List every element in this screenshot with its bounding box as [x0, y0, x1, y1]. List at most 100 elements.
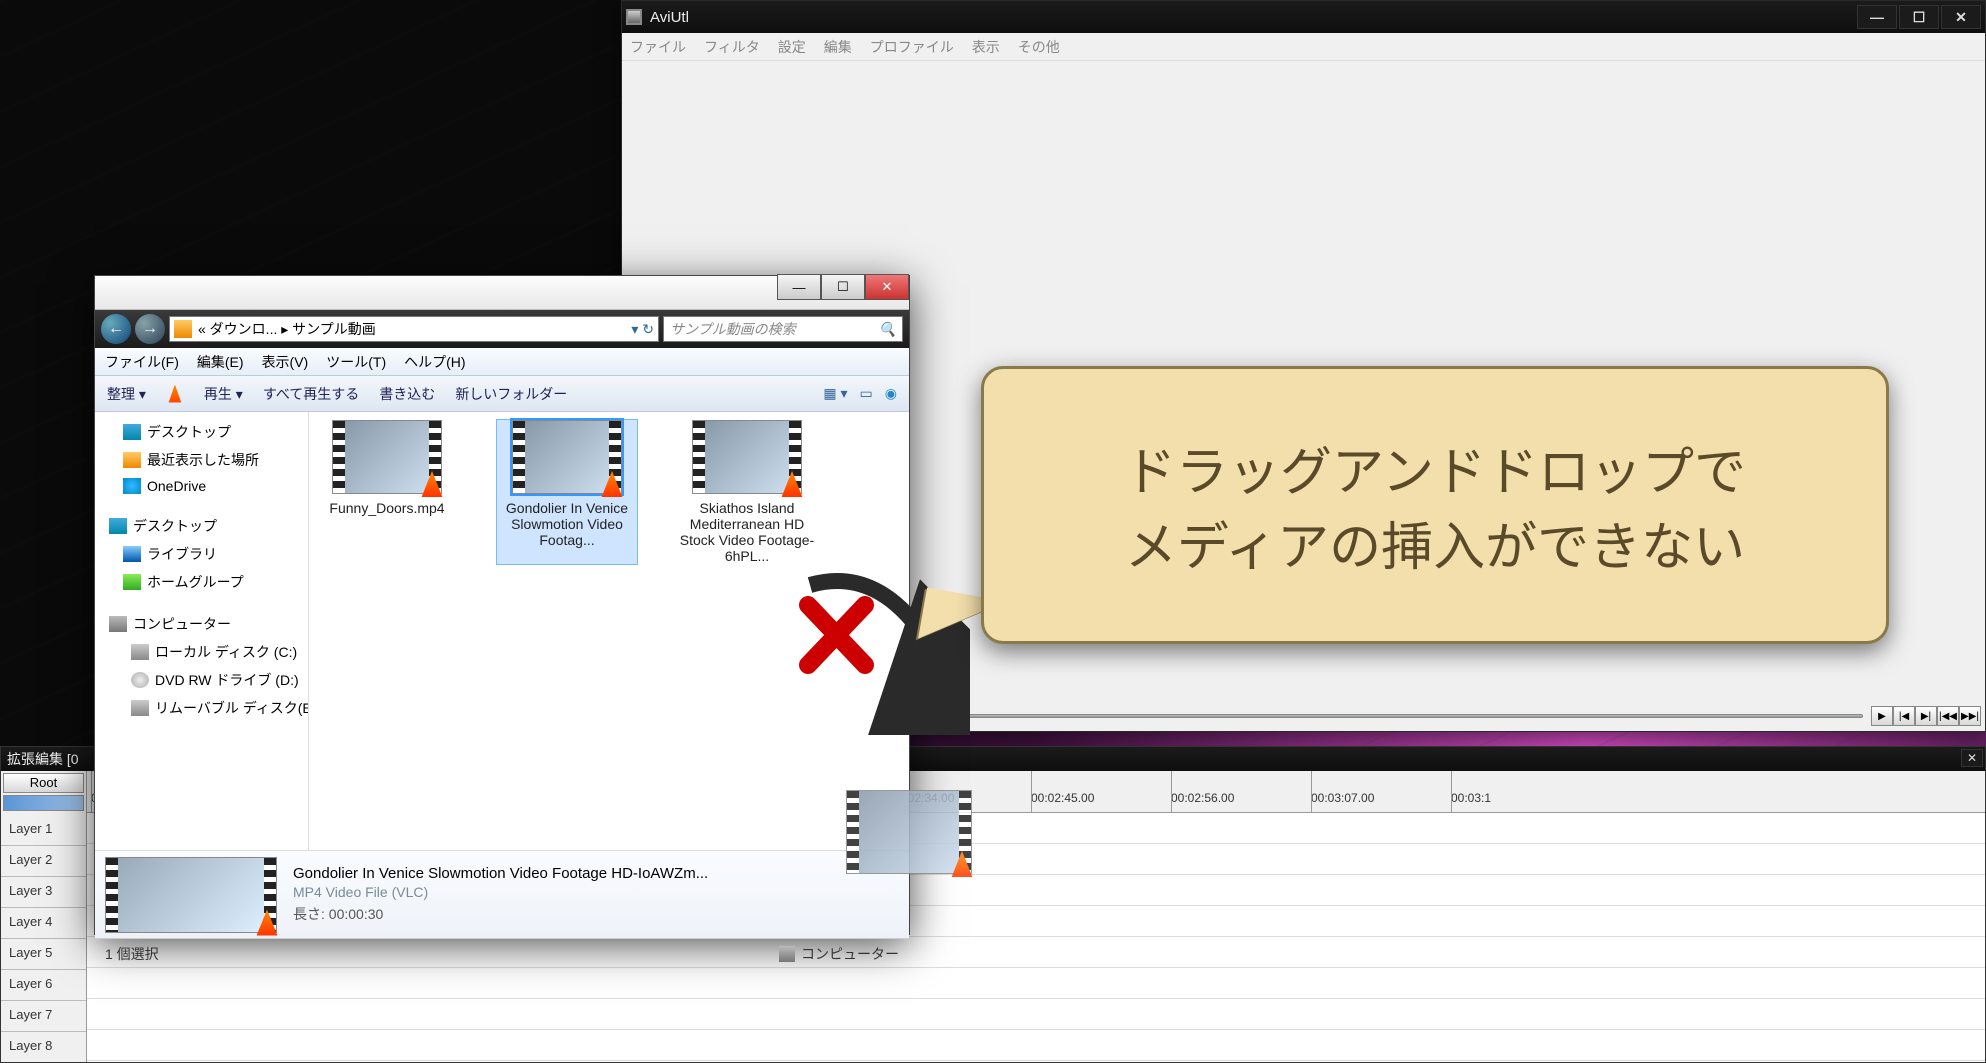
timeline-track[interactable] — [87, 968, 1985, 999]
timeline-track[interactable] — [87, 999, 1985, 1030]
play-all-button[interactable]: すべて再生する — [263, 384, 359, 404]
tree-icon — [123, 546, 141, 562]
layer-label[interactable]: Layer 1 — [1, 815, 86, 846]
explorer-minimize-button[interactable]: — — [777, 274, 821, 300]
tree-label: ライブラリ — [147, 544, 217, 564]
annotation-callout: ドラッグアンドドロップで メディアの挿入ができない — [981, 366, 1889, 644]
prev-frame-button[interactable]: |◀ — [1893, 706, 1915, 726]
ruler-tick: 00:03:07.00 — [1311, 791, 1374, 805]
preview-pane-icon[interactable]: ▭ — [860, 385, 873, 402]
explorer-window: — ☐ ✕ ← → « ダウンロ... ▸ サンプル動画 ▾ ↻ サンプル動画の… — [94, 275, 910, 935]
layer-label[interactable]: Layer 6 — [1, 970, 86, 1001]
back-button[interactable]: ← — [101, 314, 131, 344]
tree-node[interactable]: ホームグループ — [95, 568, 308, 596]
menu-tools[interactable]: ツール(T) — [326, 352, 386, 372]
layer-label[interactable]: Layer 3 — [1, 877, 86, 908]
burn-button[interactable]: 書き込む — [379, 384, 435, 404]
tree-node[interactable]: リムーバブル ディスク(E:) — [95, 694, 308, 722]
drag-ghost-thumbnail — [846, 790, 972, 874]
layer-label[interactable]: Layer 2 — [1, 846, 86, 877]
tree-node[interactable]: デスクトップ — [95, 512, 308, 540]
tree-node[interactable]: デスクトップ — [95, 418, 308, 446]
timeline-track[interactable] — [87, 1030, 1985, 1061]
tree-label: リムーバブル ディスク(E:) — [155, 698, 309, 718]
play-button[interactable]: ▶ — [1871, 706, 1893, 726]
tree-icon — [123, 574, 141, 590]
details-filetype: MP4 Video File (VLC) — [293, 884, 899, 900]
tree-icon — [131, 700, 149, 716]
status-location: コンピューター — [801, 944, 899, 964]
breadcrumb-dropdown-icon[interactable]: ▾ ↻ — [631, 321, 654, 338]
explorer-navbar: ← → « ダウンロ... ▸ サンプル動画 ▾ ↻ サンプル動画の検索 🔍 — [95, 310, 909, 348]
file-item[interactable]: Gondolier In Venice Slowmotion Video Foo… — [497, 420, 637, 564]
goto-end-button[interactable]: ▶▶| — [1959, 706, 1981, 726]
menu-file[interactable]: ファイル — [630, 37, 686, 57]
tree-icon — [123, 424, 141, 440]
ext-editor-title: 拡張編集 [0 — [7, 749, 79, 769]
tree-label: ローカル ディスク (C:) — [155, 642, 297, 662]
tree-node[interactable]: コンピューター — [95, 610, 308, 638]
tree-icon — [123, 478, 141, 494]
close-button[interactable]: ✕ — [1941, 5, 1981, 29]
tree-icon — [131, 672, 149, 688]
play-button[interactable]: 再生 ▾ — [204, 384, 243, 404]
ext-close-button[interactable]: ✕ — [1961, 749, 1983, 767]
file-name: Gondolier In Venice Slowmotion Video Foo… — [497, 500, 637, 548]
menu-other[interactable]: その他 — [1018, 37, 1060, 57]
tree-icon — [109, 518, 127, 534]
help-icon[interactable]: ◉ — [885, 385, 897, 402]
tree-label: 最近表示した場所 — [147, 450, 259, 470]
tree-node[interactable]: ライブラリ — [95, 540, 308, 568]
tree-label: デスクトップ — [133, 516, 217, 536]
file-thumbnail — [512, 420, 622, 494]
breadcrumb[interactable]: « ダウンロ... ▸ サンプル動画 ▾ ↻ — [169, 316, 659, 342]
details-filename: Gondolier In Venice Slowmotion Video Foo… — [293, 865, 899, 884]
forward-button[interactable]: → — [135, 314, 165, 344]
menu-edit[interactable]: 編集(E) — [197, 352, 244, 372]
maximize-button[interactable]: ☐ — [1899, 5, 1939, 29]
tree-icon — [109, 616, 127, 632]
menu-edit[interactable]: 編集 — [824, 37, 852, 57]
tree-node[interactable]: ローカル ディスク (C:) — [95, 638, 308, 666]
file-item[interactable]: Skiathos Island Mediterranean HD Stock V… — [677, 420, 817, 564]
layer-label[interactable]: Layer 8 — [1, 1032, 86, 1062]
nav-tree[interactable]: デスクトップ最近表示した場所OneDriveデスクトップライブラリホームグループ… — [95, 412, 309, 850]
file-item[interactable]: Funny_Doors.mp4 — [317, 420, 457, 564]
menu-view[interactable]: 表示 — [972, 37, 1000, 57]
zoom-scale[interactable] — [3, 795, 84, 811]
tree-node[interactable]: DVD RW ドライブ (D:) — [95, 666, 308, 694]
tree-node[interactable]: 最近表示した場所 — [95, 446, 308, 474]
details-thumbnail — [105, 857, 277, 933]
next-frame-button[interactable]: ▶| — [1915, 706, 1937, 726]
breadcrumb-current: サンプル動画 — [292, 319, 376, 339]
explorer-close-button[interactable]: ✕ — [865, 274, 909, 300]
menu-profile[interactable]: プロファイル — [870, 37, 954, 57]
explorer-menubar: ファイル(F) 編集(E) 表示(V) ツール(T) ヘルプ(H) — [95, 348, 909, 376]
menu-settings[interactable]: 設定 — [778, 37, 806, 57]
menu-help[interactable]: ヘルプ(H) — [404, 352, 465, 372]
menu-filter[interactable]: フィルタ — [704, 37, 760, 57]
minimize-button[interactable]: — — [1857, 5, 1897, 29]
menu-view[interactable]: 表示(V) — [262, 352, 309, 372]
tree-icon — [131, 644, 149, 660]
tree-label: DVD RW ドライブ (D:) — [155, 670, 299, 690]
view-options-icon[interactable]: ▦ ▾ — [823, 385, 847, 402]
layer-label[interactable]: Layer 5 — [1, 939, 86, 970]
tree-node[interactable]: OneDrive — [95, 474, 308, 498]
new-folder-button[interactable]: 新しいフォルダー — [455, 384, 567, 404]
explorer-titlebar[interactable]: — ☐ ✕ — [95, 276, 909, 310]
organize-button[interactable]: 整理 ▾ — [107, 384, 146, 404]
aviutl-titlebar[interactable]: AviUtl — ☐ ✕ — [622, 1, 1985, 33]
details-length-label: 長さ: — [293, 906, 325, 922]
root-button[interactable]: Root — [3, 773, 84, 793]
tree-label: OneDrive — [147, 478, 206, 494]
search-input[interactable]: サンプル動画の検索 🔍 — [663, 316, 903, 342]
layer-label[interactable]: Layer 7 — [1, 1001, 86, 1032]
layer-label[interactable]: Layer 4 — [1, 908, 86, 939]
menu-file[interactable]: ファイル(F) — [105, 352, 179, 372]
search-icon: 🔍 — [879, 321, 896, 338]
goto-start-button[interactable]: |◀◀ — [1937, 706, 1959, 726]
status-selection: 1 個選択 — [105, 944, 159, 964]
computer-icon — [779, 946, 795, 962]
explorer-maximize-button[interactable]: ☐ — [821, 274, 865, 300]
